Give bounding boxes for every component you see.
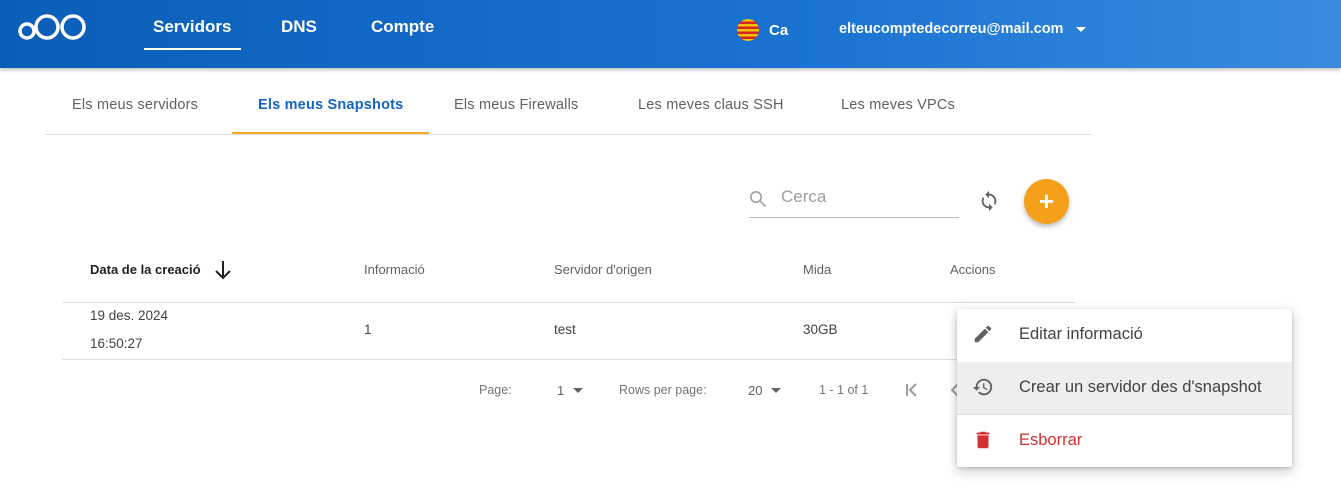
- rows-per-page-select[interactable]: 20: [748, 383, 782, 398]
- nav-compte[interactable]: Compte: [371, 17, 434, 37]
- page-label: Page:: [479, 383, 512, 397]
- nav-servidors[interactable]: Servidors: [153, 17, 231, 37]
- app-logo[interactable]: [18, 9, 90, 45]
- tab-les-meves-vpcs[interactable]: Les meves VPCs: [841, 97, 955, 113]
- language-label: Ca: [769, 21, 789, 39]
- pencil-icon: [974, 325, 992, 343]
- search-input[interactable]: [781, 187, 951, 207]
- trash-icon: [976, 431, 990, 449]
- restore-history-icon: [972, 378, 993, 396]
- search-field: [749, 180, 959, 218]
- add-snapshot-button[interactable]: +: [1024, 179, 1069, 224]
- menu-item-create-server-from-snapshot[interactable]: Crear un servidor des d'snapshot: [957, 362, 1292, 414]
- top-app-bar: Servidors DNS Compte Ca elteucomptedecor…: [0, 0, 1341, 68]
- language-selector[interactable]: Ca: [737, 19, 788, 41]
- section-tabs: Els meus servidors Els meus Snapshots El…: [45, 82, 1092, 135]
- chevron-down-icon: [573, 388, 584, 393]
- active-tab-indicator: [232, 132, 429, 134]
- menu-item-delete[interactable]: Esborrar: [957, 415, 1292, 467]
- menu-item-edit-info[interactable]: Editar informació: [957, 309, 1292, 361]
- menu-label-delete: Esborrar: [1019, 431, 1083, 449]
- pagination-range: 1 - 1 of 1: [819, 383, 869, 397]
- account-menu[interactable]: elteucomptedecorreu@mail.com: [839, 21, 1087, 37]
- column-header-origin-server: Servidor d'origen: [554, 262, 652, 277]
- account-email: elteucomptedecorreu@mail.com: [839, 21, 1064, 37]
- cell-info: 1: [364, 322, 372, 337]
- header-divider: [62, 302, 1075, 303]
- column-header-actions: Accions: [950, 262, 996, 277]
- cell-creation-time: 16:50:27: [90, 336, 143, 351]
- menu-label-create-server: Crear un servidor des d'snapshot: [1019, 378, 1262, 396]
- tab-els-meus-servidors[interactable]: Els meus servidors: [72, 97, 198, 113]
- chevron-down-icon: [771, 388, 782, 393]
- cell-creation-date: 19 des. 2024: [90, 308, 169, 323]
- search-icon: [750, 191, 766, 207]
- row-divider: [62, 359, 1075, 360]
- tab-les-meves-claus-ssh[interactable]: Les meves claus SSH: [638, 97, 784, 113]
- nav-dns[interactable]: DNS: [281, 17, 317, 37]
- tab-els-meus-firewalls[interactable]: Els meus Firewalls: [454, 97, 578, 113]
- catalan-flag-icon: [737, 19, 759, 41]
- cell-size: 30GB: [803, 322, 838, 337]
- rows-per-page-label: Rows per page:: [619, 383, 707, 397]
- refresh-icon[interactable]: [978, 190, 1000, 212]
- chevron-down-icon: [1076, 26, 1087, 32]
- page-select[interactable]: 1: [557, 383, 584, 398]
- rows-per-page-value: 20: [748, 383, 763, 398]
- menu-label-edit-info: Editar informació: [1019, 325, 1143, 343]
- cell-origin-server: test: [554, 322, 576, 337]
- column-header-date[interactable]: Data de la creació: [90, 262, 201, 277]
- sort-descending-arrow-icon[interactable]: [213, 259, 233, 281]
- first-page-icon[interactable]: [903, 380, 921, 400]
- tab-els-meus-snapshots[interactable]: Els meus Snapshots: [258, 97, 403, 113]
- row-actions-menu: Editar informació Crear un servidor des …: [957, 309, 1292, 467]
- nav-active-indicator: [144, 48, 241, 50]
- page-value: 1: [557, 383, 565, 398]
- plus-icon: +: [1038, 186, 1055, 216]
- column-header-size: Mida: [803, 262, 832, 277]
- column-header-info: Informació: [364, 262, 425, 277]
